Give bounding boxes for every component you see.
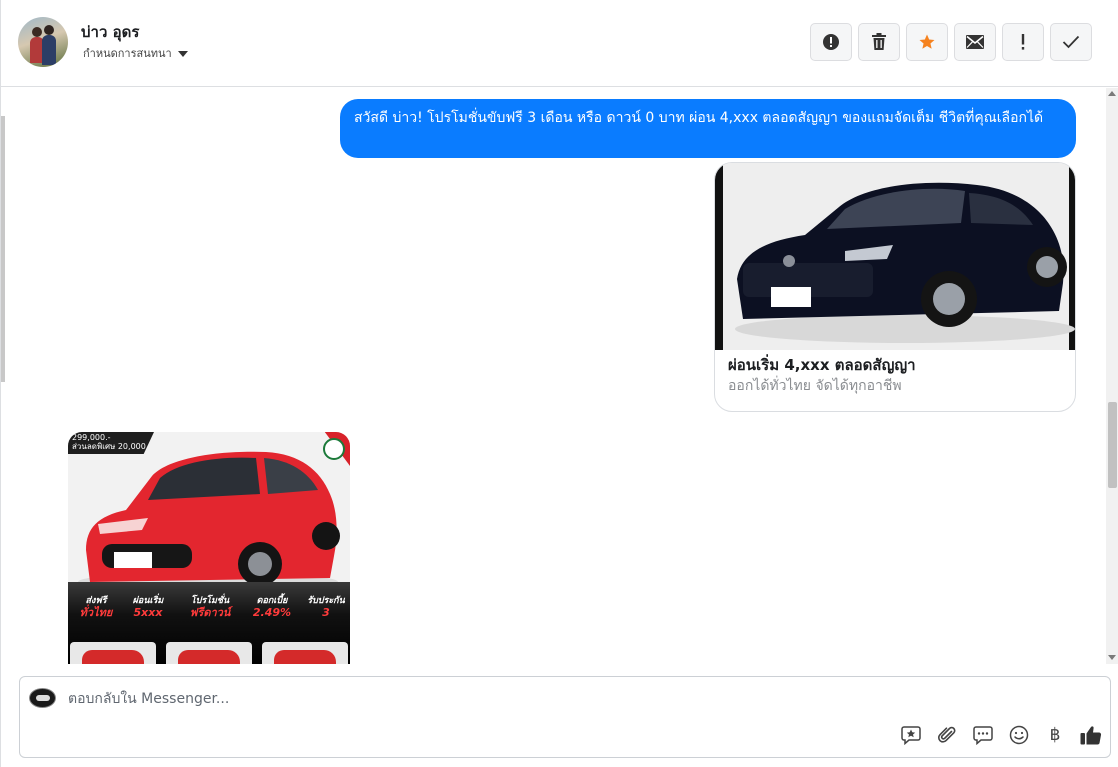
outgoing-message-bubble[interactable]: สวัสดี บ่าว! โปรโมชั่นขับฟรี 3 เดือน หรื… [340,99,1076,158]
exclamation-icon [1021,34,1025,50]
message-scrollbar[interactable] [1106,88,1118,664]
card-title: ผ่อนเริ่ม 4,xxx ตลอดสัญญา [728,356,916,374]
promo-feature: รับประกัน 3 [307,596,345,619]
quick-reply-button[interactable] [972,724,994,746]
sedan-car-image [715,163,1075,350]
page-avatar [29,688,56,708]
contact-name[interactable]: บ่าว อุดร [81,20,139,44]
composer-tools: ฿ [900,724,1102,746]
done-button[interactable] [1050,23,1092,61]
emoji-button[interactable] [1008,724,1030,746]
chat-bubble-icon [973,726,993,745]
mark-unread-button[interactable] [954,23,996,61]
attach-file-button[interactable] [936,724,958,746]
conversation-header: บ่าว อุดร กำหนดการสนทนา [1,0,1118,87]
reply-input[interactable] [68,689,668,709]
contact-avatar[interactable] [18,17,68,67]
smiley-icon [1009,725,1029,745]
scroll-up-arrow-icon[interactable] [1108,91,1116,96]
promo-price-line1: 299,000.- [72,433,111,442]
dealer-logo-badge [323,438,345,460]
promo-thumbnail [166,642,252,664]
conversation-status-dropdown[interactable]: กำหนดการสนทนา [83,44,188,62]
reply-composer: ฿ [19,676,1111,758]
saved-reply-icon [901,726,921,745]
conversation-status-label: กำหนดการสนทนา [83,47,172,60]
scrollbar-thumb[interactable] [1108,402,1117,488]
caret-down-icon [177,50,188,57]
left-panel-scrollbar[interactable] [1,116,5,382]
promo-price-banner: 299,000.- ส่วนลดพิเศษ 20,000.- [68,432,154,454]
product-card[interactable]: ผ่อนเริ่ม 4,xxx ตลอดสัญญา ออกได้ทั่วไทย … [714,162,1076,412]
promo-feature: ผ่อนเริ่ม 5xxx [132,596,164,619]
car-image [715,163,1075,350]
saved-reply-button[interactable] [900,724,922,746]
payment-button[interactable]: ฿ [1044,724,1066,746]
thumbs-up-icon [1080,726,1102,745]
messenger-conversation: บ่าว อุดร กำหนดการสนทนา สวัสดี บ่าว! โปร… [0,0,1118,767]
paperclip-icon [938,726,956,743]
spam-button[interactable] [810,23,852,61]
delete-button[interactable] [858,23,900,61]
promo-image-message[interactable]: 299,000.- ส่วนลดพิเศษ 20,000.- ส่งฟรี ทั่ว… [68,432,350,664]
important-button[interactable] [1002,23,1044,61]
promo-thumbnail [70,642,156,664]
promo-price-line2: ส่วนลดพิเศษ 20,000.- [72,442,152,451]
alert-circle-icon [823,34,839,50]
message-list[interactable]: สวัสดี บ่าว! โปรโมชั่นขับฟรี 3 เดือน หรื… [1,88,1106,664]
check-icon [1062,35,1080,49]
star-icon [919,34,935,49]
promo-thumbnail [262,642,348,664]
card-subtitle: ออกได้ทั่วไทย จัดได้ทุกอาชีพ [728,378,902,394]
trash-icon [872,33,886,50]
star-button[interactable] [906,23,948,61]
baht-icon: ฿ [1049,725,1061,745]
scroll-down-arrow-icon[interactable] [1108,655,1116,660]
header-actions [810,23,1092,61]
promo-feature: โปรโมชั่น ฟรีดาวน์ [189,596,231,619]
like-button[interactable] [1080,724,1102,746]
envelope-icon [966,35,984,49]
promo-feature: ส่งฟรี ทั่วไทย [79,596,113,619]
promo-feature: ดอกเบี้ย 2.49% [252,596,292,619]
